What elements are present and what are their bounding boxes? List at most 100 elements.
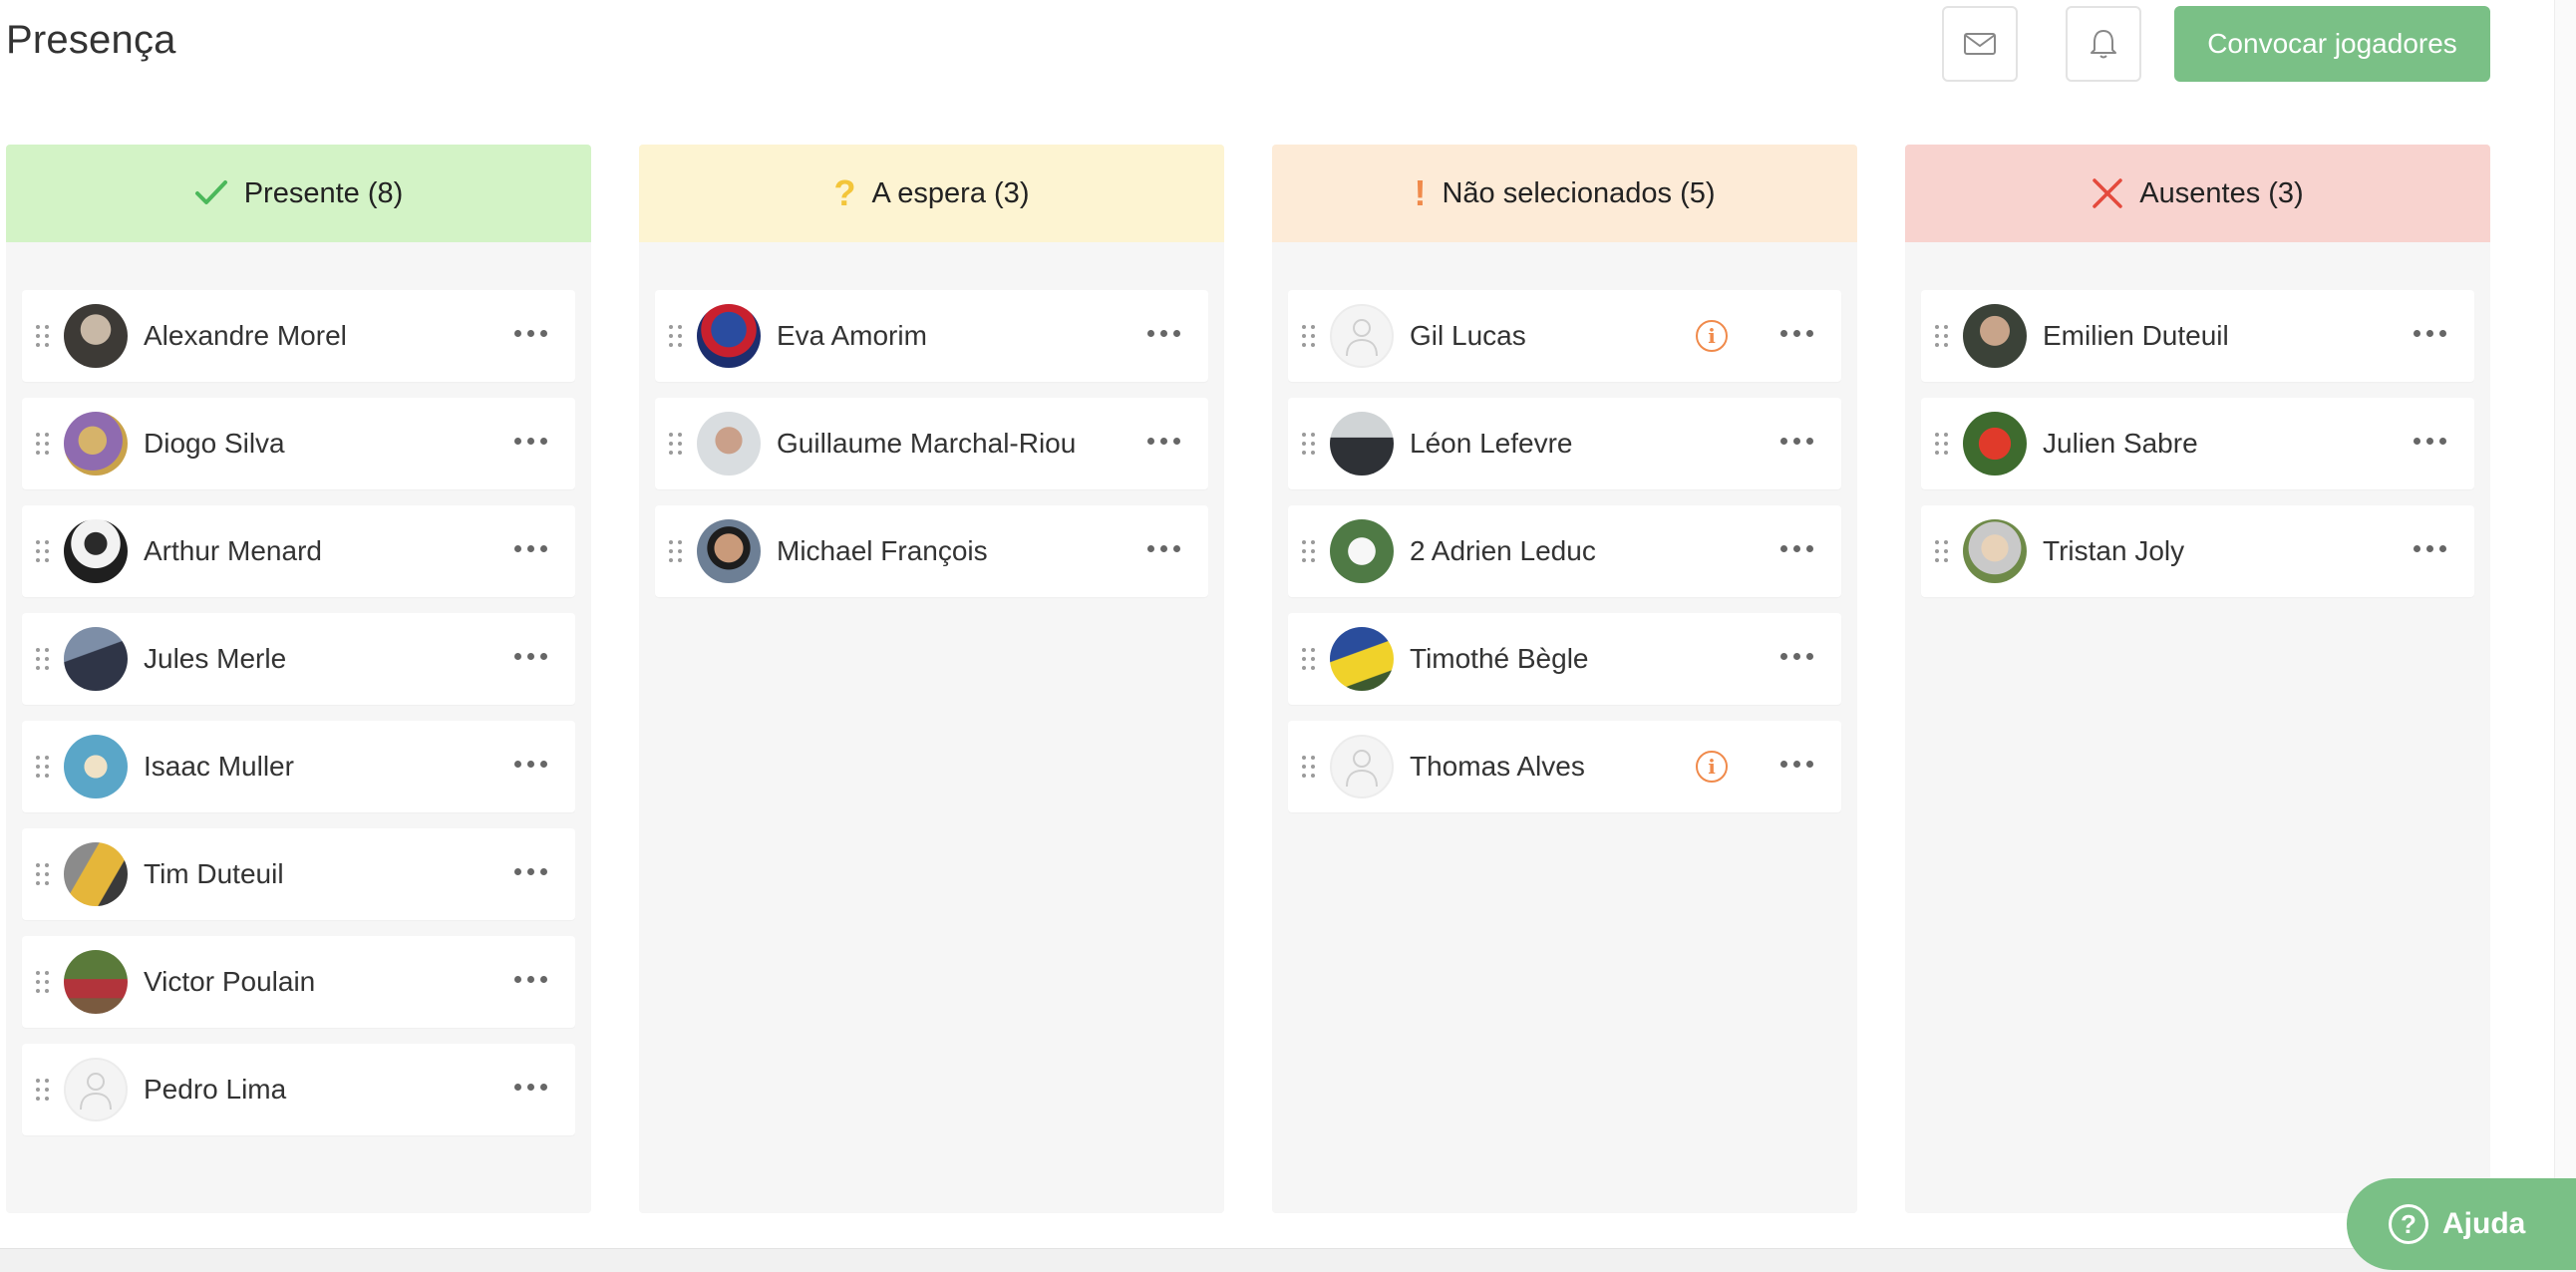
cross-icon <box>2092 177 2123 209</box>
column-title: Ausentes (3) <box>2139 176 2304 209</box>
more-options-icon[interactable] <box>514 976 547 983</box>
player-card[interactable]: Arthur Menard <box>22 505 575 597</box>
player-card[interactable]: Léon Lefevre <box>1288 398 1841 489</box>
drag-handle-icon[interactable] <box>1302 540 1316 562</box>
player-card[interactable]: Gil Lucas i <box>1288 290 1841 382</box>
player-name: Timothé Bègle <box>1410 643 1589 674</box>
info-icon[interactable]: i <box>1696 320 1728 352</box>
more-options-icon[interactable] <box>514 438 547 445</box>
player-name: Guillaume Marchal-Riou <box>777 428 1077 459</box>
player-card[interactable]: Tim Duteuil <box>22 828 575 920</box>
more-options-icon[interactable] <box>1780 545 1813 552</box>
more-options-icon[interactable] <box>514 868 547 875</box>
drag-handle-icon[interactable] <box>36 756 50 778</box>
column-present: Presente (8) Alexandre Morel Diogo Silva… <box>6 145 591 1213</box>
more-options-icon[interactable] <box>514 545 547 552</box>
avatar <box>64 412 128 476</box>
notify-button[interactable] <box>2066 6 2141 82</box>
message-button[interactable] <box>1942 6 2018 82</box>
more-options-icon[interactable] <box>514 1084 547 1091</box>
player-card[interactable]: Thomas Alves i <box>1288 721 1841 812</box>
player-card[interactable]: Guillaume Marchal-Riou <box>655 398 1208 489</box>
more-options-icon[interactable] <box>514 761 547 768</box>
player-card[interactable]: Isaac Muller <box>22 721 575 812</box>
avatar <box>64 627 128 691</box>
avatar <box>1330 412 1394 476</box>
scrollbar[interactable] <box>2554 0 2576 1272</box>
player-name: Eva Amorim <box>777 320 927 351</box>
envelope-icon <box>1964 33 1996 55</box>
player-card[interactable]: Tristan Joly <box>1921 505 2474 597</box>
avatar <box>1330 627 1394 691</box>
drag-handle-icon[interactable] <box>1302 648 1316 670</box>
player-list: Emilien Duteuil Julien Sabre Tristan Jol… <box>1905 242 2490 597</box>
drag-handle-icon[interactable] <box>1302 325 1316 347</box>
player-name: Léon Lefevre <box>1410 428 1573 459</box>
drag-handle-icon[interactable] <box>36 433 50 455</box>
drag-handle-icon[interactable] <box>1935 433 1949 455</box>
player-card[interactable]: Jules Merle <box>22 613 575 705</box>
player-name: Julien Sabre <box>2043 428 2198 459</box>
help-button[interactable]: ? Ajuda <box>2347 1178 2576 1270</box>
avatar <box>1963 412 2027 476</box>
player-name: Pedro Lima <box>144 1074 287 1105</box>
drag-handle-icon[interactable] <box>36 971 50 993</box>
player-card[interactable]: Eva Amorim <box>655 290 1208 382</box>
drag-handle-icon[interactable] <box>36 540 50 562</box>
more-options-icon[interactable] <box>514 653 547 660</box>
drag-handle-icon[interactable] <box>1302 756 1316 778</box>
player-card[interactable]: Timothé Bègle <box>1288 613 1841 705</box>
horizontal-scrollbar[interactable] <box>0 1248 2576 1272</box>
info-icon[interactable]: i <box>1696 751 1728 783</box>
player-card[interactable]: Victor Poulain <box>22 936 575 1028</box>
player-card[interactable]: Diogo Silva <box>22 398 575 489</box>
bell-icon <box>2091 30 2116 59</box>
drag-handle-icon[interactable] <box>669 540 683 562</box>
column-title: Presente (8) <box>243 176 404 209</box>
drag-handle-icon[interactable] <box>36 863 50 885</box>
more-options-icon[interactable] <box>1147 545 1180 552</box>
column-title: Não selecionados (5) <box>1442 176 1716 209</box>
default-avatar-icon <box>64 1058 128 1121</box>
more-options-icon[interactable] <box>2414 330 2446 337</box>
drag-handle-icon[interactable] <box>1935 325 1949 347</box>
player-card[interactable]: Pedro Lima <box>22 1044 575 1135</box>
player-card[interactable]: Emilien Duteuil <box>1921 290 2474 382</box>
drag-handle-icon[interactable] <box>669 433 683 455</box>
player-card[interactable]: Julien Sabre <box>1921 398 2474 489</box>
avatar <box>64 735 128 798</box>
avatar <box>697 412 761 476</box>
more-options-icon[interactable] <box>2414 545 2446 552</box>
more-options-icon[interactable] <box>1780 330 1813 337</box>
column-not-selected: ! Não selecionados (5) Gil Lucas i Léon … <box>1272 145 1857 1213</box>
check-icon <box>194 179 228 207</box>
player-name: Michael François <box>777 535 988 566</box>
avatar <box>64 842 128 906</box>
drag-handle-icon[interactable] <box>36 1079 50 1101</box>
column-header-waiting: ? A espera (3) <box>639 145 1224 242</box>
column-waiting: ? A espera (3) Eva Amorim Guillaume Marc… <box>639 145 1224 1213</box>
more-options-icon[interactable] <box>1147 438 1180 445</box>
player-card[interactable]: Alexandre Morel <box>22 290 575 382</box>
player-name: Victor Poulain <box>144 966 316 997</box>
drag-handle-icon[interactable] <box>669 325 683 347</box>
more-options-icon[interactable] <box>1780 761 1813 768</box>
more-options-icon[interactable] <box>2414 438 2446 445</box>
column-header-not-selected: ! Não selecionados (5) <box>1272 145 1857 242</box>
more-options-icon[interactable] <box>1780 438 1813 445</box>
more-options-icon[interactable] <box>514 330 547 337</box>
player-name: Isaac Muller <box>144 751 294 782</box>
drag-handle-icon[interactable] <box>36 648 50 670</box>
player-card[interactable]: Michael François <box>655 505 1208 597</box>
call-players-button[interactable]: Convocar jogadores <box>2174 6 2490 82</box>
drag-handle-icon[interactable] <box>1302 433 1316 455</box>
drag-handle-icon[interactable] <box>36 325 50 347</box>
avatar <box>697 519 761 583</box>
column-title: A espera (3) <box>871 176 1030 209</box>
player-card[interactable]: 2 Adrien Leduc <box>1288 505 1841 597</box>
more-options-icon[interactable] <box>1780 653 1813 660</box>
more-options-icon[interactable] <box>1147 330 1180 337</box>
avatar <box>1330 519 1394 583</box>
avatar <box>697 304 761 368</box>
drag-handle-icon[interactable] <box>1935 540 1949 562</box>
